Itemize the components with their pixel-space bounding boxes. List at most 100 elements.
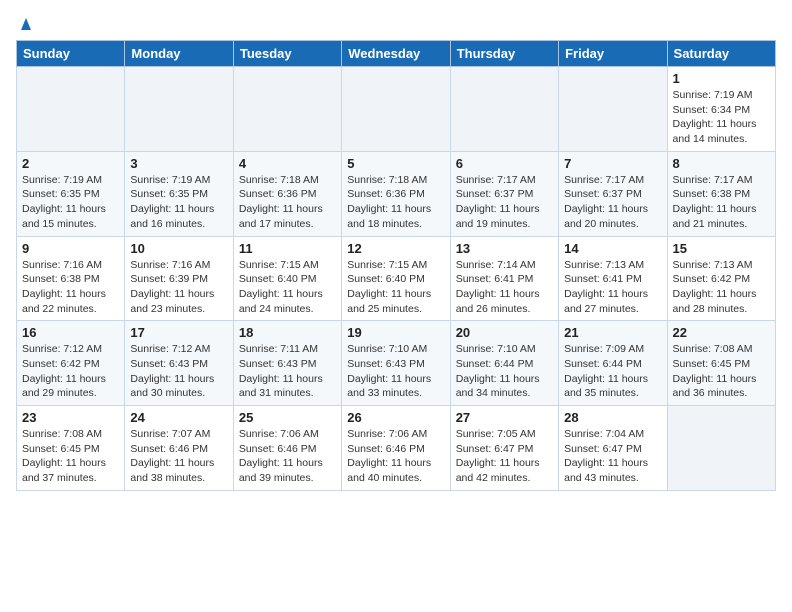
calendar-header: SundayMondayTuesdayWednesdayThursdayFrid… — [17, 41, 776, 67]
col-header-monday: Monday — [125, 41, 233, 67]
day-info: Sunrise: 7:13 AM Sunset: 6:42 PM Dayligh… — [673, 258, 770, 317]
day-info: Sunrise: 7:08 AM Sunset: 6:45 PM Dayligh… — [22, 427, 119, 486]
calendar-cell: 26 Sunrise: 7:06 AM Sunset: 6:46 PM Dayli… — [342, 406, 450, 491]
day-info: Sunrise: 7:14 AM Sunset: 6:41 PM Dayligh… — [456, 258, 553, 317]
calendar-cell: 8 Sunrise: 7:17 AM Sunset: 6:38 PM Daylig… — [667, 151, 775, 236]
calendar-cell — [342, 67, 450, 152]
col-header-sunday: Sunday — [17, 41, 125, 67]
day-number: 7 — [564, 156, 661, 171]
logo-triangle-icon — [17, 14, 35, 32]
calendar-cell: 2Sunrise: 7:19 AM Sunset: 6:35 PM Daylig… — [17, 151, 125, 236]
calendar-cell — [125, 67, 233, 152]
calendar-cell: 16 Sunrise: 7:12 AM Sunset: 6:42 PM Dayli… — [17, 321, 125, 406]
calendar-cell: 23 Sunrise: 7:08 AM Sunset: 6:45 PM Dayli… — [17, 406, 125, 491]
calendar-cell — [233, 67, 341, 152]
day-info: Sunrise: 7:13 AM Sunset: 6:41 PM Dayligh… — [564, 258, 661, 317]
col-header-tuesday: Tuesday — [233, 41, 341, 67]
calendar-cell: 11 Sunrise: 7:15 AM Sunset: 6:40 PM Dayli… — [233, 236, 341, 321]
page-header — [16, 16, 776, 32]
calendar-cell: 22 Sunrise: 7:08 AM Sunset: 6:45 PM Dayli… — [667, 321, 775, 406]
day-info: Sunrise: 7:17 AM Sunset: 6:37 PM Dayligh… — [456, 173, 553, 232]
calendar-cell: 5 Sunrise: 7:18 AM Sunset: 6:36 PM Daylig… — [342, 151, 450, 236]
day-number: 17 — [130, 325, 227, 340]
calendar-cell: 3Sunrise: 7:19 AM Sunset: 6:35 PM Daylig… — [125, 151, 233, 236]
day-info: Sunrise: 7:10 AM Sunset: 6:43 PM Dayligh… — [347, 342, 444, 401]
calendar-cell: 7 Sunrise: 7:17 AM Sunset: 6:37 PM Daylig… — [559, 151, 667, 236]
day-number: 26 — [347, 410, 444, 425]
col-header-saturday: Saturday — [667, 41, 775, 67]
calendar-cell: 1 Sunrise: 7:19 AM Sunset: 6:34 PM Daylig… — [667, 67, 775, 152]
day-info: Sunrise: 7:19 AM Sunset: 6:35 PM Dayligh… — [130, 173, 227, 232]
day-info: Sunrise: 7:15 AM Sunset: 6:40 PM Dayligh… — [239, 258, 336, 317]
day-number: 21 — [564, 325, 661, 340]
day-info: Sunrise: 7:05 AM Sunset: 6:47 PM Dayligh… — [456, 427, 553, 486]
calendar-body: 1 Sunrise: 7:19 AM Sunset: 6:34 PM Daylig… — [17, 67, 776, 491]
calendar-cell: 13 Sunrise: 7:14 AM Sunset: 6:41 PM Dayli… — [450, 236, 558, 321]
day-info: Sunrise: 7:17 AM Sunset: 6:37 PM Dayligh… — [564, 173, 661, 232]
calendar-cell: 24Sunrise: 7:07 AM Sunset: 6:46 PM Dayli… — [125, 406, 233, 491]
day-info: Sunrise: 7:11 AM Sunset: 6:43 PM Dayligh… — [239, 342, 336, 401]
calendar-cell — [450, 67, 558, 152]
day-info: Sunrise: 7:16 AM Sunset: 6:39 PM Dayligh… — [130, 258, 227, 317]
day-info: Sunrise: 7:17 AM Sunset: 6:38 PM Dayligh… — [673, 173, 770, 232]
day-number: 4 — [239, 156, 336, 171]
calendar-cell: 21 Sunrise: 7:09 AM Sunset: 6:44 PM Dayli… — [559, 321, 667, 406]
calendar-cell: 9 Sunrise: 7:16 AM Sunset: 6:38 PM Daylig… — [17, 236, 125, 321]
calendar-week-5: 23 Sunrise: 7:08 AM Sunset: 6:45 PM Dayli… — [17, 406, 776, 491]
day-number: 13 — [456, 241, 553, 256]
day-info: Sunrise: 7:10 AM Sunset: 6:44 PM Dayligh… — [456, 342, 553, 401]
day-number: 18 — [239, 325, 336, 340]
day-info: Sunrise: 7:16 AM Sunset: 6:38 PM Dayligh… — [22, 258, 119, 317]
day-number: 9 — [22, 241, 119, 256]
calendar-cell: 27 Sunrise: 7:05 AM Sunset: 6:47 PM Dayli… — [450, 406, 558, 491]
calendar-cell: 25Sunrise: 7:06 AM Sunset: 6:46 PM Dayli… — [233, 406, 341, 491]
day-number: 1 — [673, 71, 770, 86]
calendar-cell: 10 Sunrise: 7:16 AM Sunset: 6:39 PM Dayli… — [125, 236, 233, 321]
day-number: 19 — [347, 325, 444, 340]
col-header-thursday: Thursday — [450, 41, 558, 67]
calendar-cell: 28 Sunrise: 7:04 AM Sunset: 6:47 PM Dayli… — [559, 406, 667, 491]
day-number: 24 — [130, 410, 227, 425]
day-info: Sunrise: 7:12 AM Sunset: 6:43 PM Dayligh… — [130, 342, 227, 401]
day-number: 28 — [564, 410, 661, 425]
calendar-cell: 12Sunrise: 7:15 AM Sunset: 6:40 PM Dayli… — [342, 236, 450, 321]
logo — [16, 16, 35, 32]
calendar-table: SundayMondayTuesdayWednesdayThursdayFrid… — [16, 40, 776, 491]
day-number: 25 — [239, 410, 336, 425]
calendar-week-1: 1 Sunrise: 7:19 AM Sunset: 6:34 PM Daylig… — [17, 67, 776, 152]
calendar-cell: 6 Sunrise: 7:17 AM Sunset: 6:37 PM Daylig… — [450, 151, 558, 236]
day-info: Sunrise: 7:19 AM Sunset: 6:34 PM Dayligh… — [673, 88, 770, 147]
col-header-wednesday: Wednesday — [342, 41, 450, 67]
calendar-week-2: 2 Sunrise: 7:19 AM Sunset: 6:35 PM Daylig… — [17, 151, 776, 236]
day-number: 23 — [22, 410, 119, 425]
day-info: Sunrise: 7:18 AM Sunset: 6:36 PM Dayligh… — [239, 173, 336, 232]
day-info: Sunrise: 7:15 AM Sunset: 6:40 PM Dayligh… — [347, 258, 444, 317]
calendar-cell — [559, 67, 667, 152]
day-info: Sunrise: 7:08 AM Sunset: 6:45 PM Dayligh… — [673, 342, 770, 401]
day-number: 15 — [673, 241, 770, 256]
day-number: 20 — [456, 325, 553, 340]
calendar-cell: 17 Sunrise: 7:12 AM Sunset: 6:43 PM Dayli… — [125, 321, 233, 406]
calendar-cell: 18 Sunrise: 7:11 AM Sunset: 6:43 PM Dayli… — [233, 321, 341, 406]
calendar-week-4: 16 Sunrise: 7:12 AM Sunset: 6:42 PM Dayli… — [17, 321, 776, 406]
day-number: 10 — [130, 241, 227, 256]
day-info: Sunrise: 7:18 AM Sunset: 6:36 PM Dayligh… — [347, 173, 444, 232]
day-number: 8 — [673, 156, 770, 171]
day-number: 6 — [456, 156, 553, 171]
calendar-cell: 14Sunrise: 7:13 AM Sunset: 6:41 PM Dayli… — [559, 236, 667, 321]
day-number: 22 — [673, 325, 770, 340]
day-number: 27 — [456, 410, 553, 425]
day-info: Sunrise: 7:04 AM Sunset: 6:47 PM Dayligh… — [564, 427, 661, 486]
day-info: Sunrise: 7:12 AM Sunset: 6:42 PM Dayligh… — [22, 342, 119, 401]
day-info: Sunrise: 7:09 AM Sunset: 6:44 PM Dayligh… — [564, 342, 661, 401]
calendar-cell: 15 Sunrise: 7:13 AM Sunset: 6:42 PM Dayli… — [667, 236, 775, 321]
day-number: 11 — [239, 241, 336, 256]
col-header-friday: Friday — [559, 41, 667, 67]
calendar-cell: 4 Sunrise: 7:18 AM Sunset: 6:36 PM Daylig… — [233, 151, 341, 236]
calendar-cell: 20 Sunrise: 7:10 AM Sunset: 6:44 PM Dayli… — [450, 321, 558, 406]
calendar-cell — [667, 406, 775, 491]
day-number: 2 — [22, 156, 119, 171]
day-info: Sunrise: 7:06 AM Sunset: 6:46 PM Dayligh… — [347, 427, 444, 486]
day-number: 5 — [347, 156, 444, 171]
day-number: 16 — [22, 325, 119, 340]
